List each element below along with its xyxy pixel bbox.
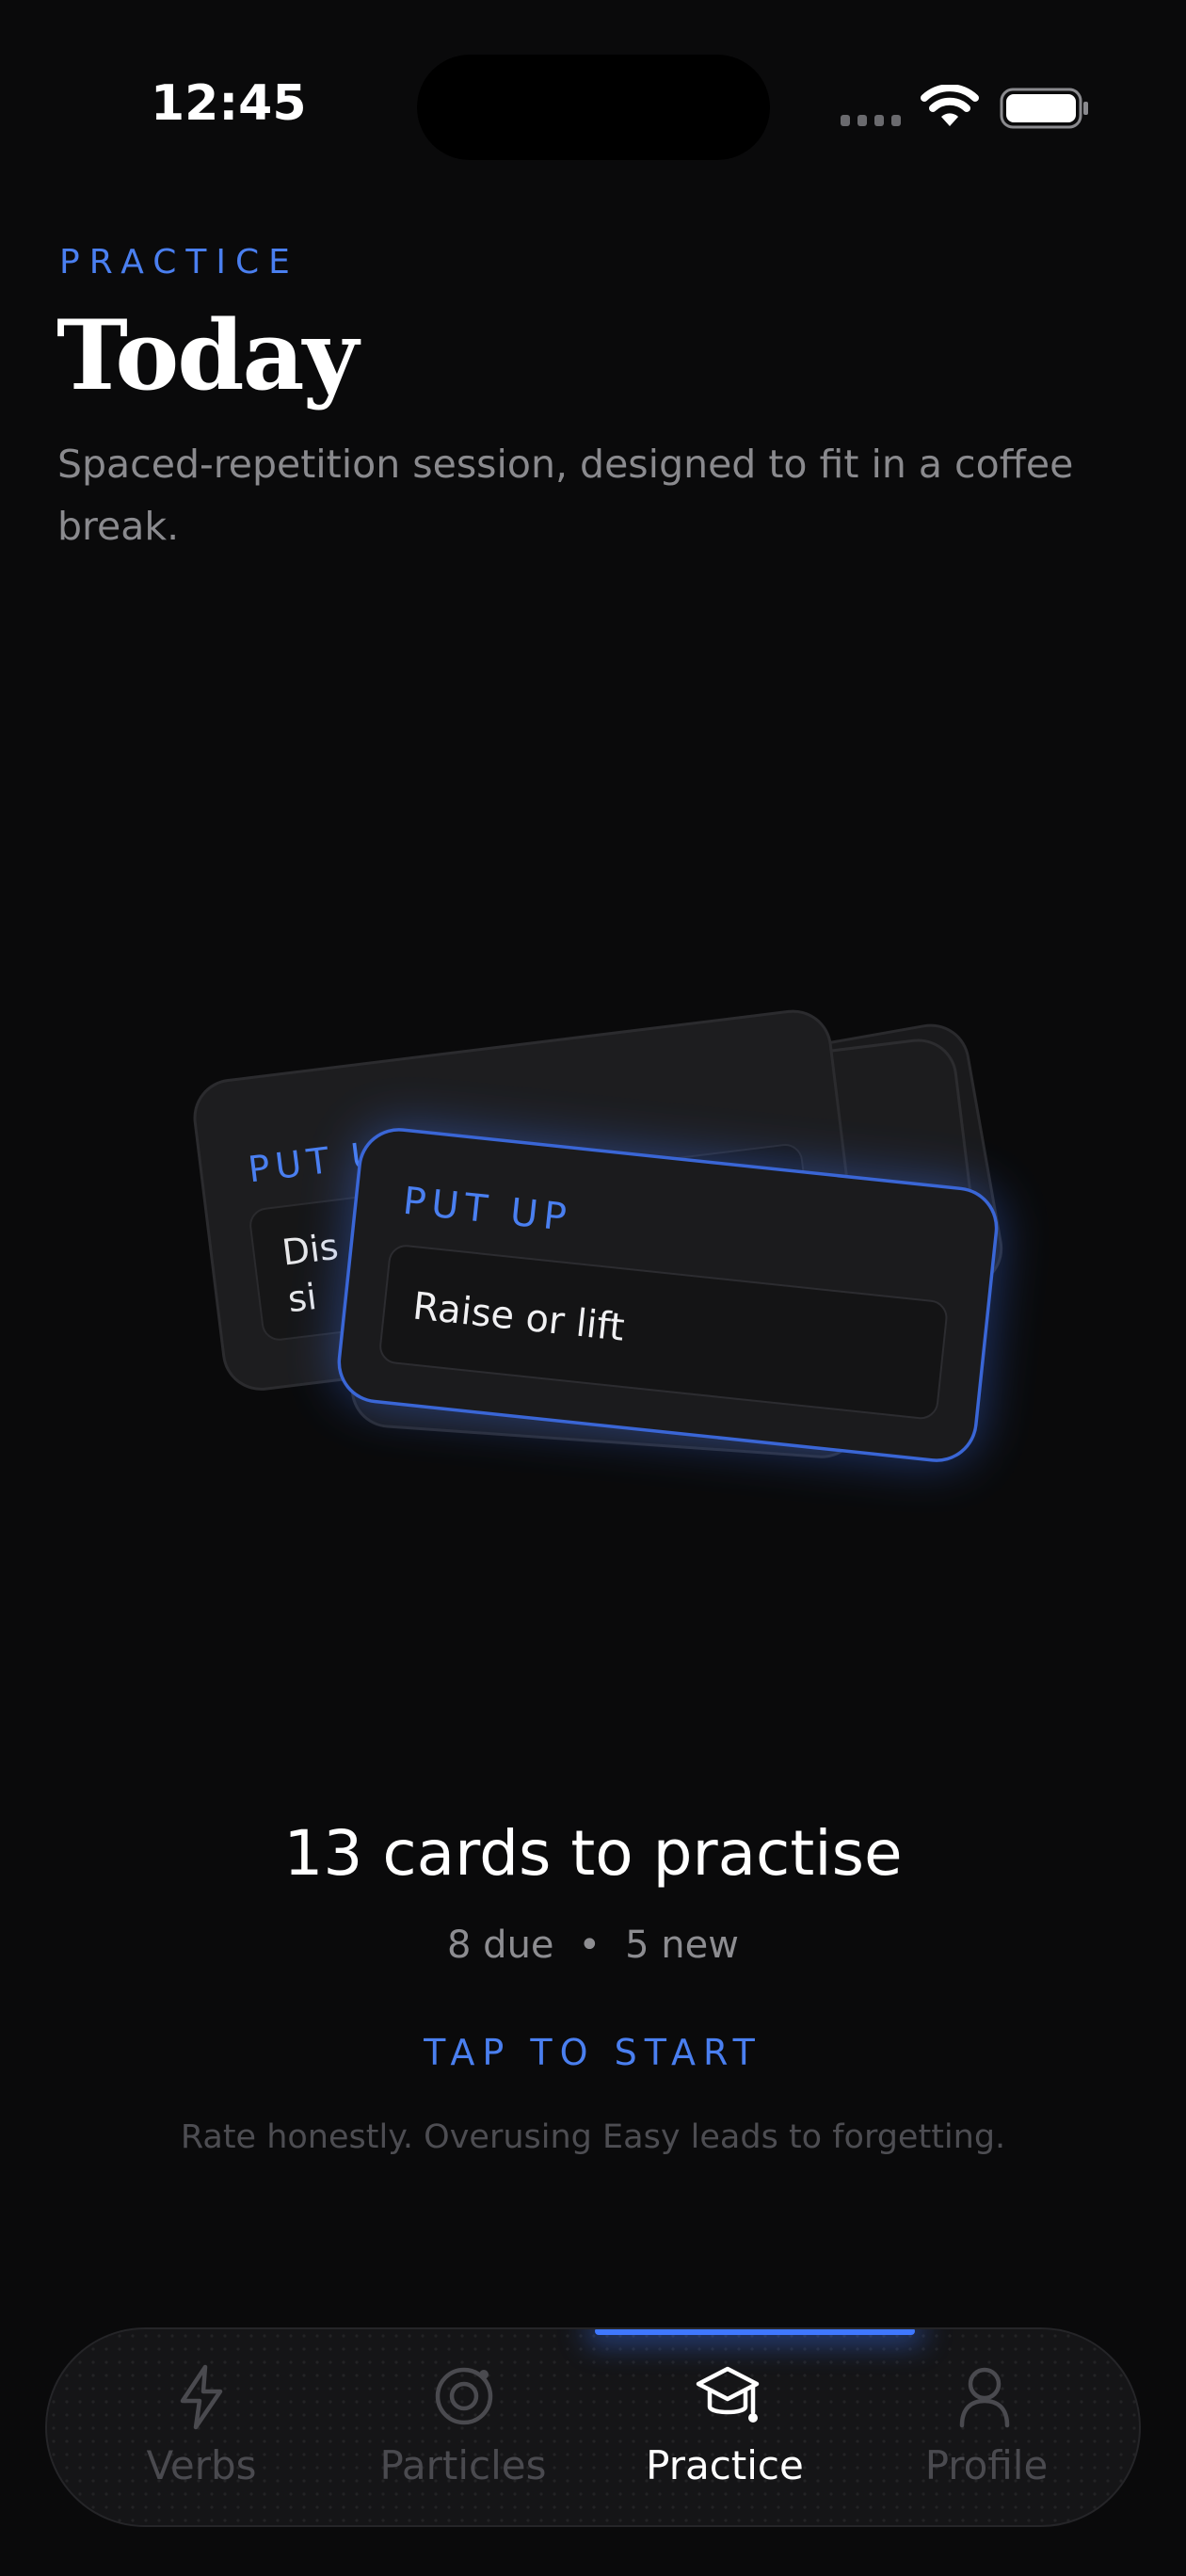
status-time: 12:45 bbox=[151, 75, 307, 132]
cards-count-title: 13 cards to practise bbox=[283, 1817, 903, 1890]
due-new-counts: 8 due • 5 new bbox=[0, 1924, 1186, 1967]
rating-hint: Rate honestly. Overusing Easy leads to f… bbox=[180, 2118, 1006, 2156]
page-subtitle: Spaced-repetition session, designed to f… bbox=[57, 442, 1074, 549]
graduation-cap-icon bbox=[696, 2366, 760, 2423]
lightning-icon bbox=[180, 2364, 223, 2430]
tap-to-start-button[interactable]: TAP TO START bbox=[0, 2032, 1186, 2073]
wifi-icon bbox=[921, 85, 979, 126]
tab-particles-label: Particles bbox=[379, 2442, 547, 2488]
tab-profile[interactable]: Profile bbox=[873, 2329, 1099, 2525]
tab-bar: Verbs Particles Practice Profile bbox=[45, 2327, 1141, 2527]
tab-verbs[interactable]: Verbs bbox=[88, 2329, 314, 2525]
cellular-signal-icon bbox=[841, 115, 901, 126]
dynamic-island bbox=[417, 55, 770, 160]
page-title: Today bbox=[56, 299, 359, 412]
tab-verbs-label: Verbs bbox=[146, 2442, 257, 2488]
battery-icon bbox=[1000, 88, 1088, 129]
due-count: 8 due bbox=[447, 1924, 554, 1967]
person-icon bbox=[959, 2367, 1010, 2428]
back-card-definition-line2: si bbox=[285, 1276, 318, 1320]
card-stack-illustration[interactable]: PUT UP Dis si PUT UP Raise or lift bbox=[0, 942, 1186, 1554]
target-icon bbox=[435, 2367, 493, 2425]
separator-dot: • bbox=[578, 1924, 601, 1967]
section-eyebrow: PRACTICE bbox=[59, 243, 299, 282]
tab-practice[interactable]: Practice bbox=[612, 2329, 838, 2525]
tab-profile-label: Profile bbox=[924, 2442, 1049, 2488]
status-bar: 12:45 bbox=[0, 0, 1186, 188]
tab-particles[interactable]: Particles bbox=[350, 2329, 576, 2525]
new-count: 5 new bbox=[625, 1924, 739, 1967]
tab-practice-label: Practice bbox=[646, 2442, 804, 2488]
back-card-definition-line1: Dis bbox=[280, 1226, 341, 1274]
